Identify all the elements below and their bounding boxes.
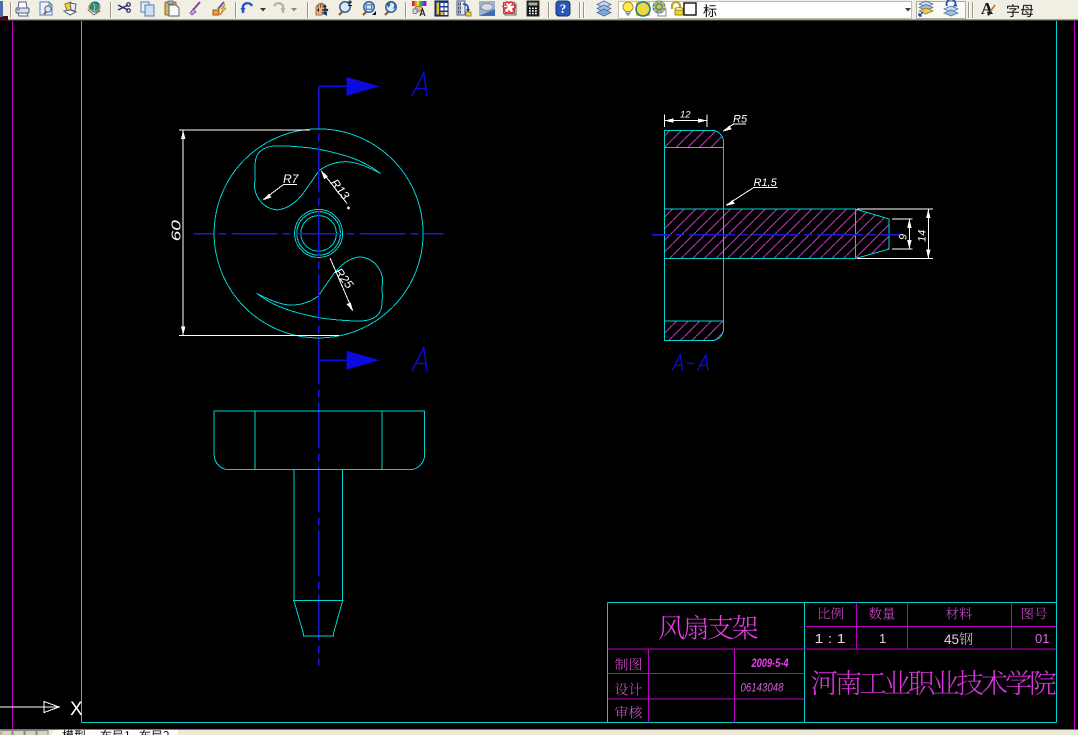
svg-text:1 : 1: 1 : 1: [815, 632, 846, 646]
svg-text:01: 01: [1035, 631, 1049, 646]
svg-text:2009-5-4: 2009-5-4: [751, 656, 789, 670]
svg-text:06143048: 06143048: [741, 681, 784, 695]
svg-text:R1,5: R1,5: [754, 177, 778, 189]
svg-text:45: 45: [944, 632, 959, 647]
svg-text:60: 60: [169, 219, 184, 241]
svg-text:R5: R5: [733, 114, 748, 126]
svg-text:9: 9: [898, 234, 910, 240]
svg-text:X: X: [70, 699, 83, 720]
svg-text:14: 14: [917, 230, 929, 242]
svg-text:R7: R7: [283, 172, 300, 186]
svg-text:1: 1: [879, 631, 886, 646]
svg-text:?: ?: [560, 1, 567, 16]
svg-text:12: 12: [680, 110, 691, 121]
